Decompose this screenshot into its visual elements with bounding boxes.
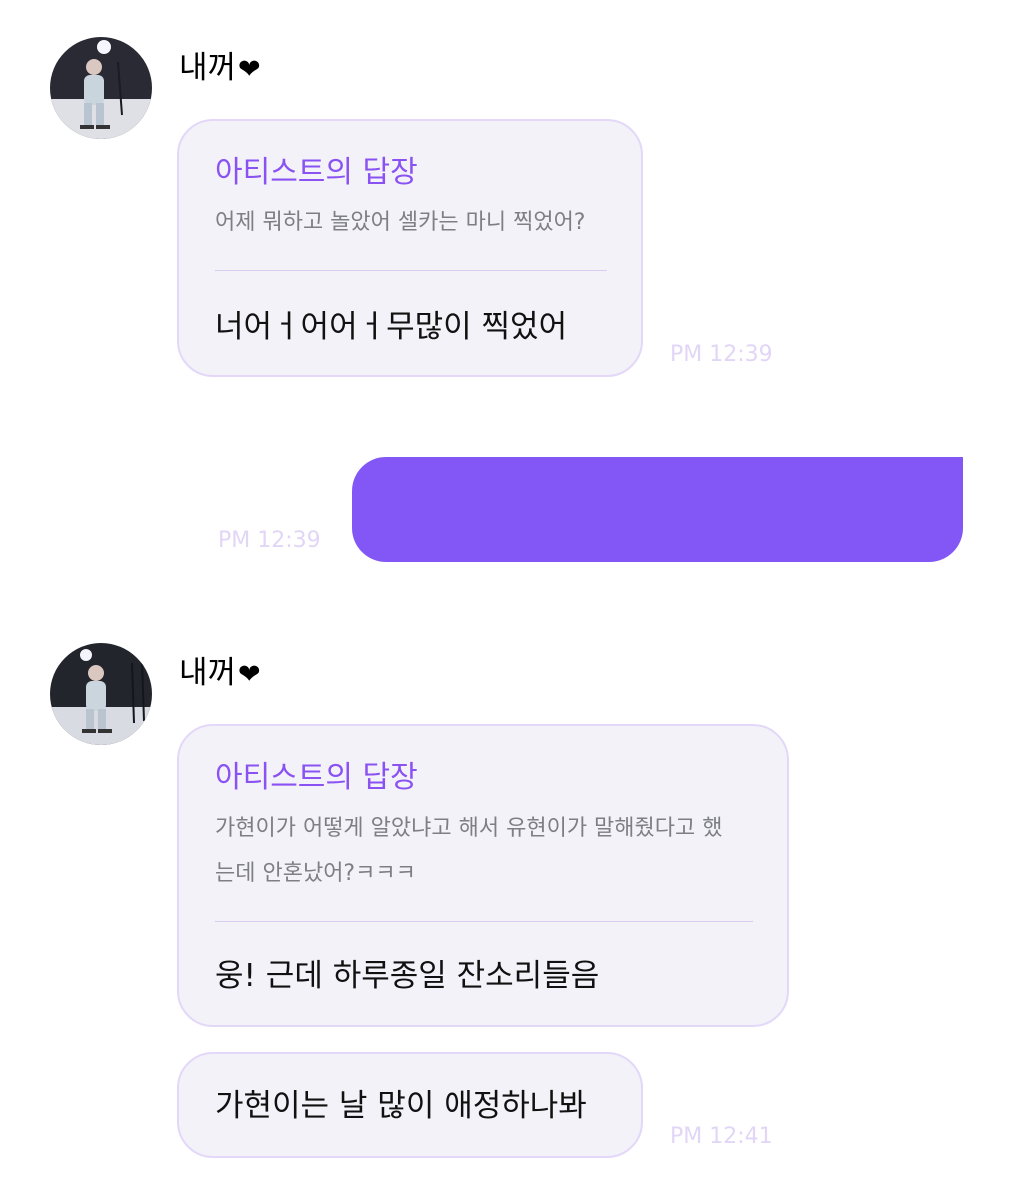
profile-photo-icon (50, 643, 152, 745)
message-bubble[interactable]: 가현이는 날 많이 애정하나봐 (177, 1052, 643, 1158)
heart-icon: ❤ (238, 659, 261, 690)
sender-avatar[interactable] (50, 37, 152, 139)
reply-quote-line-2: 는데 안혼났어?ㅋㅋㅋ (215, 861, 416, 886)
reply-title: 아티스트의 답장 (215, 760, 418, 795)
reply-quote-line-1: 가현이가 어떻게 알았냐고 해서 유현이가 말해줬다고 했 (215, 816, 723, 841)
sender-name-text: 내꺼 (179, 50, 237, 86)
message-timestamp: PM 12:39 (218, 528, 321, 553)
message-text: 가현이는 날 많이 애정하나봐 (215, 1088, 587, 1124)
reply-divider (215, 921, 753, 922)
reply-bubble[interactable]: 아티스트의 답장 가현이가 어떻게 알았냐고 해서 유현이가 말해줬다고 했 는… (177, 724, 789, 1027)
reply-body: 웅! 근데 하루종일 잔소리들음 (215, 958, 600, 994)
profile-photo-icon (50, 37, 152, 139)
sent-message-bubble[interactable] (352, 457, 963, 562)
reply-divider (215, 270, 607, 271)
reply-body: 너어ㅓ어어ㅓ무많이 찍었어 (215, 309, 568, 345)
message-timestamp: PM 12:41 (670, 1124, 773, 1149)
reply-title: 아티스트의 답장 (215, 155, 418, 190)
heart-icon: ❤ (238, 54, 261, 85)
reply-bubble[interactable]: 아티스트의 답장 어제 뭐하고 놀았어 셀카는 마니 찍었어? 너어ㅓ어어ㅓ무많… (177, 119, 643, 377)
sender-name-text: 내꺼 (179, 655, 237, 691)
sender-avatar[interactable] (50, 643, 152, 745)
sender-name: 내꺼❤ (179, 653, 261, 695)
message-timestamp: PM 12:39 (670, 342, 773, 367)
reply-quote: 어제 뭐하고 놀았어 셀카는 마니 찍었어? (215, 210, 586, 235)
sender-name: 내꺼❤ (179, 48, 261, 90)
